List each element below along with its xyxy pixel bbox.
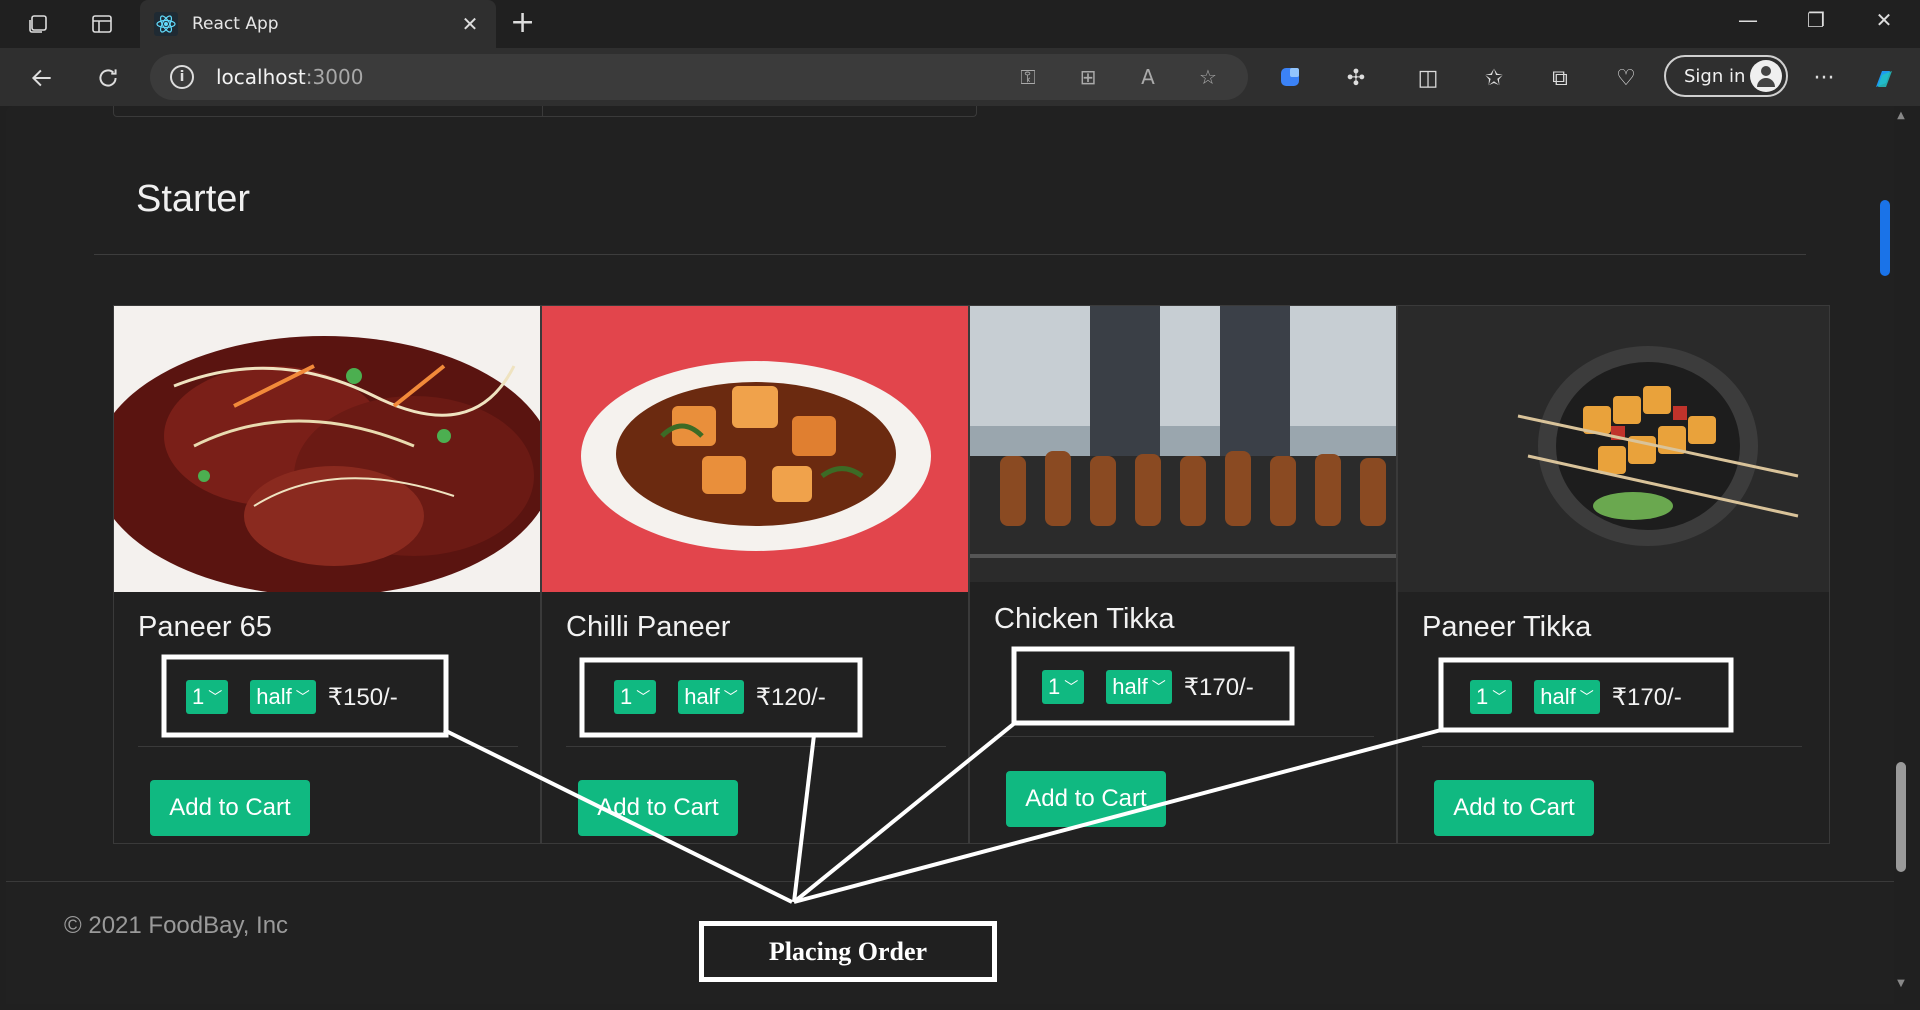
food-image-chicken-tikka	[970, 306, 1396, 582]
section-divider	[94, 254, 1806, 255]
site-info-icon[interactable]: i	[170, 65, 194, 89]
item-options: 1 ﹀ half ﹀ ₹150/-	[186, 680, 398, 714]
item-name: Chilli Paneer	[566, 611, 731, 643]
scroll-up-icon[interactable]: ▲	[1894, 110, 1908, 121]
previous-section-cards	[113, 106, 977, 117]
restore-icon[interactable]: ❐	[1796, 8, 1836, 32]
quantity-select[interactable]: 1 ﹀	[614, 680, 657, 714]
chevron-down-icon: ﹀	[1492, 689, 1507, 705]
size-value: half	[1112, 674, 1148, 699]
add-to-cart-button[interactable]: Add to Cart	[1434, 780, 1594, 836]
size-select[interactable]: half ﹀	[1534, 680, 1600, 714]
card-divider	[566, 746, 946, 747]
read-aloud-icon[interactable]: A	[1136, 65, 1160, 89]
size-select[interactable]: half ﹀	[1106, 670, 1172, 704]
tab-actions-icon[interactable]	[88, 10, 116, 38]
size-select[interactable]: half ﹀	[678, 680, 744, 714]
item-price: ₹150/-	[327, 683, 398, 711]
chevron-down-icon: ﹀	[1064, 679, 1079, 695]
minimize-icon[interactable]: —	[1728, 8, 1768, 32]
sign-in-button[interactable]: Sign in	[1664, 55, 1788, 97]
quantity-select[interactable]: 1 ﹀	[1470, 680, 1513, 714]
item-price: ₹170/-	[1611, 683, 1682, 711]
size-value: half	[684, 684, 720, 709]
more-menu-icon[interactable]: ···	[1810, 65, 1838, 93]
avatar	[1750, 60, 1782, 92]
chevron-down-icon: ﹀	[1579, 689, 1594, 705]
window-close-icon[interactable]: ✕	[1864, 8, 1904, 32]
quantity-value: 1	[192, 684, 205, 709]
workspaces-icon[interactable]	[24, 10, 52, 38]
food-card: Paneer 65 1 ﹀ half ﹀ ₹150/- Add to Cart	[113, 305, 541, 844]
vertical-scrollbar[interactable]: ▲ ▼	[1894, 106, 1920, 1004]
extensions-icon[interactable]: ✣	[1342, 65, 1370, 93]
size-value: half	[256, 684, 292, 709]
card-divider	[138, 746, 518, 747]
url-port: :3000	[305, 65, 364, 89]
copilot-icon[interactable]	[1870, 65, 1898, 93]
favorites-icon[interactable]: ✩	[1480, 65, 1508, 93]
food-image-paneer-tikka	[1398, 306, 1829, 592]
extension-blue-icon[interactable]	[1276, 65, 1304, 93]
footer-divider	[6, 881, 1894, 882]
size-select[interactable]: half ﹀	[250, 680, 316, 714]
chevron-down-icon: ﹀	[208, 689, 223, 705]
apps-icon[interactable]: ⊞	[1076, 65, 1100, 89]
callout-inner: Placing Order	[704, 926, 992, 977]
quantity-value: 1	[620, 684, 633, 709]
key-icon[interactable]: ⚿	[1016, 65, 1040, 89]
quantity-select[interactable]: 1 ﹀	[186, 680, 229, 714]
collections-icon[interactable]: ⧉	[1546, 65, 1574, 93]
split-screen-icon[interactable]: ◫	[1414, 65, 1442, 93]
placing-order-callout: Placing Order	[699, 921, 997, 982]
item-name: Paneer 65	[138, 611, 272, 643]
chevron-down-icon: ﹀	[723, 689, 738, 705]
add-to-cart-button[interactable]: Add to Cart	[150, 780, 310, 836]
quantity-value: 1	[1476, 684, 1489, 709]
quantity-select[interactable]: 1 ﹀	[1042, 670, 1085, 704]
quantity-value: 1	[1048, 674, 1061, 699]
new-tab-icon[interactable]: +	[510, 8, 535, 38]
page-viewport: Starter Paneer 65 1 ﹀ half ﹀ ₹150/- Add …	[6, 106, 1894, 1004]
chevron-down-icon: ﹀	[636, 689, 651, 705]
callout-label: Placing Order	[768, 936, 928, 966]
react-logo-icon	[154, 12, 178, 36]
section-title: Starter	[136, 178, 251, 220]
item-name: Paneer Tikka	[1422, 611, 1592, 643]
item-name: Chicken Tikka	[994, 603, 1175, 635]
favorite-star-icon[interactable]: ☆	[1196, 65, 1220, 89]
item-options: 1 ﹀ half ﹀ ₹170/-	[1042, 670, 1254, 704]
add-to-cart-button[interactable]: Add to Cart	[1006, 771, 1166, 827]
item-options: 1 ﹀ half ﹀ ₹170/-	[1470, 680, 1682, 714]
food-image-chilli-paneer	[542, 306, 968, 592]
sidebar-handle[interactable]	[1880, 200, 1890, 276]
food-image-paneer-65	[114, 306, 540, 592]
toolbar: i localhost:3000 ⚿ ⊞ A ☆ ✣ ◫ ✩ ⧉ ♡ Sign …	[0, 48, 1920, 106]
food-card: Paneer Tikka 1 ﹀ half ﹀ ₹170/- Add to Cart	[1397, 305, 1830, 844]
scrollbar-thumb[interactable]	[1896, 762, 1906, 872]
add-to-cart-button[interactable]: Add to Cart	[578, 780, 738, 836]
tab-title: React App	[192, 14, 279, 34]
back-icon[interactable]	[26, 62, 58, 94]
sign-in-label: Sign in	[1684, 65, 1746, 87]
close-tab-icon[interactable]: ✕	[458, 12, 482, 36]
item-price: ₹170/-	[1183, 673, 1254, 701]
card-divider	[1422, 746, 1802, 747]
url-host: localhost	[216, 65, 306, 89]
item-options: 1 ﹀ half ﹀ ₹120/-	[614, 680, 826, 714]
refresh-icon[interactable]	[92, 62, 124, 94]
chevron-down-icon: ﹀	[1151, 679, 1166, 695]
food-card: Chilli Paneer 1 ﹀ half ﹀ ₹120/- Add to Car…	[541, 305, 969, 844]
item-price: ₹120/-	[755, 683, 826, 711]
browser-essentials-icon[interactable]: ♡	[1612, 65, 1640, 93]
tab-react-app[interactable]: React App ✕	[140, 0, 496, 48]
footer-copyright: © 2021 FoodBay, Inc	[64, 912, 289, 939]
food-card: Chicken Tikka 1 ﹀ half ﹀ ₹170/- Add to Car…	[969, 305, 1397, 844]
card-divider	[994, 736, 1374, 737]
tab-strip: React App ✕ + — ❐ ✕	[0, 0, 1920, 48]
chevron-down-icon: ﹀	[295, 689, 310, 705]
scroll-down-icon[interactable]: ▼	[1894, 978, 1908, 989]
size-value: half	[1540, 684, 1576, 709]
address-bar[interactable]: i localhost:3000 ⚿ ⊞ A ☆	[150, 54, 1248, 100]
